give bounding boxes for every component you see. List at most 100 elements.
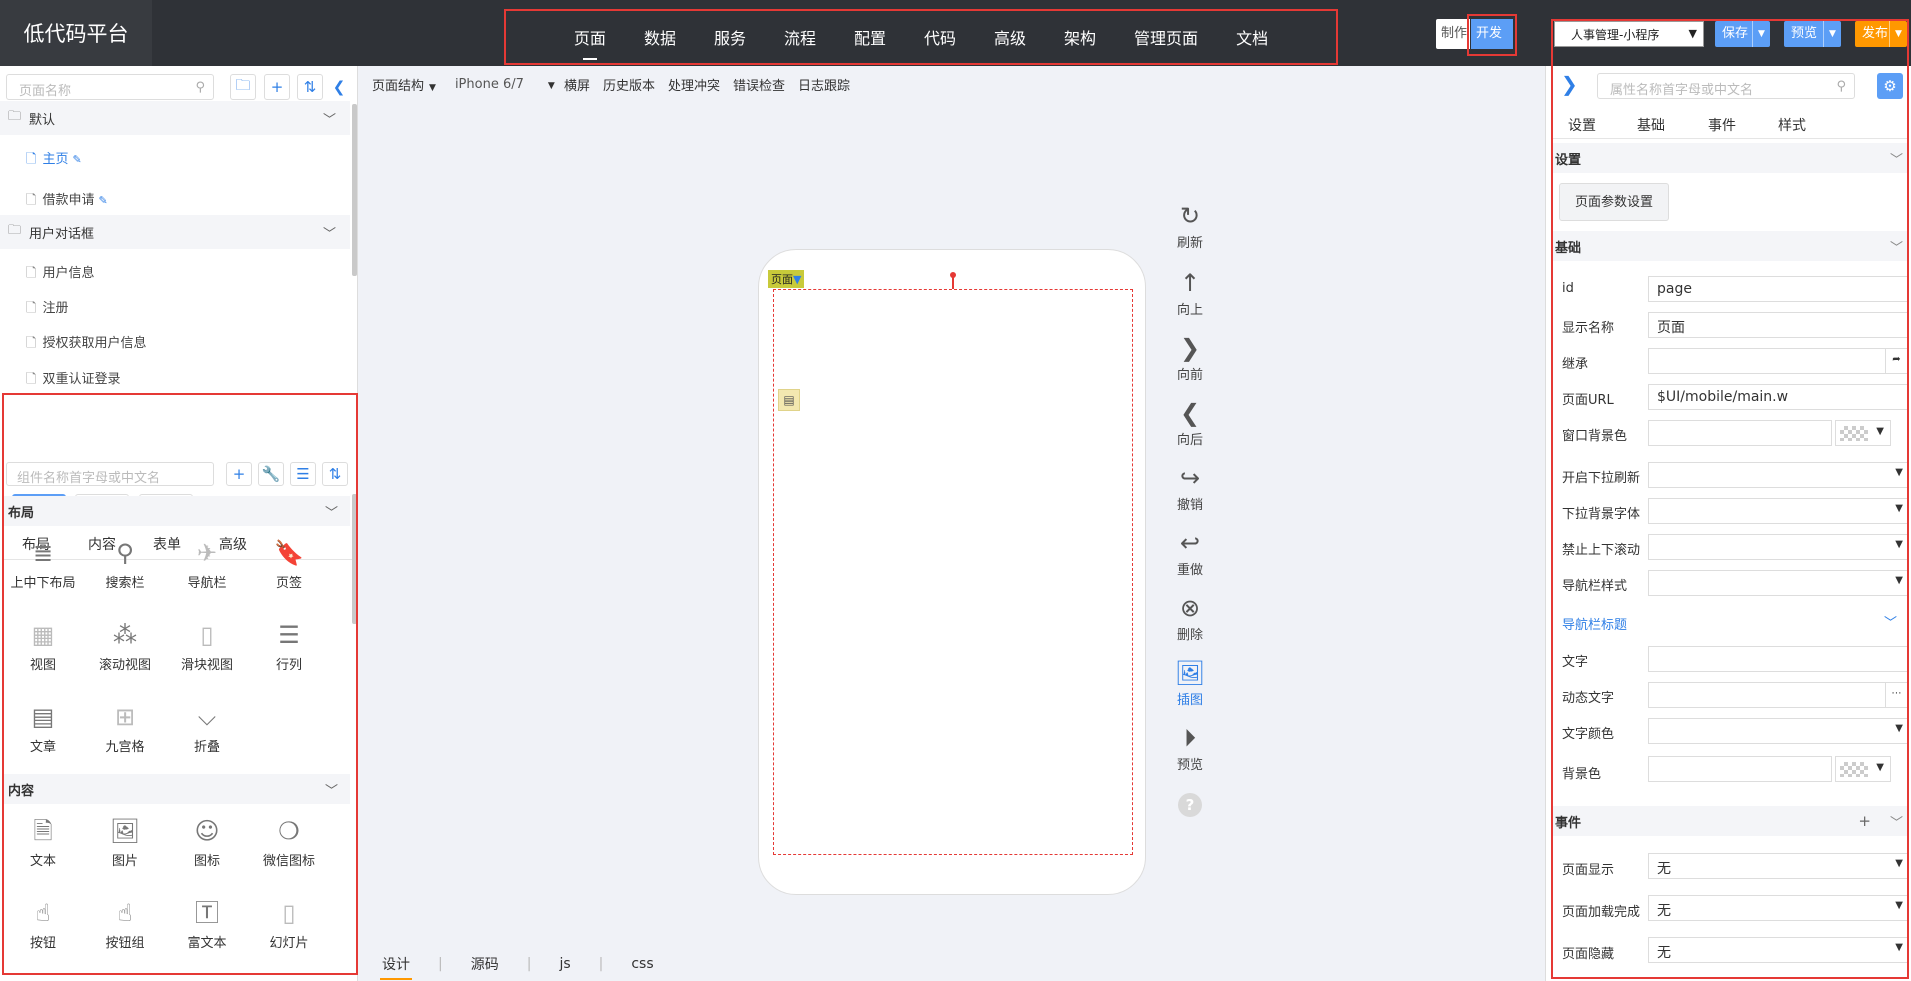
page-list-scrollbar[interactable] [352, 104, 357, 276]
tab-design[interactable]: 设计 [370, 954, 422, 980]
rtab-style[interactable]: 样式 [1778, 115, 1806, 135]
page-item-user-info[interactable]: 🗋 用户信息 [26, 262, 94, 286]
tab-source[interactable]: 源码 [459, 954, 511, 974]
prop-text-field[interactable] [1648, 646, 1908, 672]
sort-button[interactable]: ⇅ [297, 74, 323, 100]
page-item-auth-user-info[interactable]: 🗋 授权获取用户信息 [26, 332, 146, 356]
delete-tool[interactable]: ⊗ 删除 [1165, 592, 1215, 643]
save-dropdown-icon[interactable]: ▼ [1752, 21, 1770, 47]
collapse-left-icon[interactable]: ❮ [326, 74, 352, 100]
chevron-down-icon[interactable]: ﹀ [1884, 612, 1897, 631]
rsection-basic[interactable]: 基础 ﹀ [1553, 231, 1909, 261]
page-canvas[interactable] [773, 289, 1133, 855]
nav-docs[interactable]: 文档 [1236, 25, 1268, 49]
up-tool[interactable]: ↑ 向上 [1165, 267, 1215, 318]
nav-architecture[interactable]: 架构 [1064, 25, 1096, 49]
new-folder-button[interactable]: 🗀 [230, 74, 256, 100]
back-tool[interactable]: ❮ 向后 [1165, 397, 1215, 448]
rtab-settings[interactable]: 设置 [1568, 115, 1596, 135]
add-page-button[interactable]: + [264, 74, 290, 100]
publish-button[interactable]: 发布 ▼ [1855, 21, 1907, 47]
component-placeholder-icon[interactable]: ▤ [778, 389, 800, 411]
rtab-events[interactable]: 事件 [1708, 115, 1736, 135]
pencil-icon[interactable]: ✎ [72, 153, 81, 166]
nav-advanced[interactable]: 高级 [994, 25, 1026, 49]
page-item-label: 注册 [42, 301, 69, 316]
event-page-hide-select[interactable]: 无 ▼ [1648, 937, 1908, 963]
tab-css[interactable]: css [619, 956, 665, 972]
chevron-down-icon[interactable]: ﹀ [1890, 149, 1903, 168]
mode-make-button[interactable]: 制作 [1436, 19, 1470, 49]
chevron-down-icon[interactable]: ﹀ [323, 109, 336, 128]
color-picker[interactable]: ▼ [1835, 756, 1891, 782]
preview-button[interactable]: 预览 ▼ [1784, 21, 1841, 47]
prop-disable-scroll-select[interactable]: ▼ [1648, 534, 1908, 560]
group-user-dialog[interactable]: 🗀 用户对话框 ﹀ [0, 215, 350, 249]
expand-right-icon[interactable]: ❯ [1561, 72, 1578, 96]
add-event-button[interactable]: + [1858, 812, 1871, 830]
page-item-register[interactable]: 🗋 注册 [26, 297, 68, 321]
prop-bg-color-field[interactable] [1648, 756, 1832, 782]
prop-text-color-select[interactable]: ▼ [1648, 718, 1908, 744]
page-item-2fa-login[interactable]: 🗋 双重认证登录 [26, 368, 120, 392]
chevron-down-icon[interactable]: ﹀ [1890, 237, 1903, 256]
property-search-input[interactable]: 属性名称首字母或中文名 ⚲ [1597, 73, 1855, 99]
nav-process[interactable]: 流程 [784, 25, 816, 49]
rsection-events[interactable]: 事件 + ﹀ [1553, 806, 1909, 836]
prop-pull-refresh-select[interactable]: ▼ [1648, 462, 1908, 488]
page-tag[interactable]: 页面▼ [768, 270, 805, 288]
prop-url-field[interactable]: $UI/mobile/main.w [1648, 384, 1908, 410]
nav-config[interactable]: 配置 [854, 25, 886, 49]
prop-display-name-field[interactable]: 页面 [1648, 312, 1908, 338]
rsection-events-label: 事件 [1555, 815, 1582, 831]
redo-tool[interactable]: ↩ 重做 [1165, 527, 1215, 578]
conflict-button[interactable]: 处理冲突 [668, 75, 720, 94]
nav-code[interactable]: 代码 [924, 25, 956, 49]
landscape-button[interactable]: 横屏 [564, 75, 590, 94]
prop-inherit-field[interactable]: ➦ [1648, 348, 1908, 374]
preview-tool[interactable]: ⏵ 预览 [1165, 722, 1215, 773]
app-select[interactable]: 人事管理-小程序 ▼ [1554, 21, 1704, 47]
nav-data[interactable]: 数据 [644, 25, 676, 49]
preview-dropdown-icon[interactable]: ▼ [1823, 21, 1841, 47]
gear-icon[interactable]: ⚙ [1877, 73, 1903, 99]
nav-service[interactable]: 服务 [714, 25, 746, 49]
page-item-loan[interactable]: 🗋 借款申请 ✎ [26, 189, 108, 213]
device-select[interactable]: iPhone 6/7 ▼ [455, 77, 555, 92]
chevron-down-icon[interactable]: ﹀ [323, 223, 336, 242]
help-icon[interactable]: ? [1178, 793, 1202, 817]
pencil-icon[interactable]: ✎ [98, 194, 107, 207]
rsection-settings[interactable]: 设置 ﹀ [1553, 143, 1909, 173]
chevron-down-icon[interactable]: ﹀ [1890, 812, 1903, 831]
save-button[interactable]: 保存 ▼ [1715, 21, 1770, 47]
prop-window-bg-field[interactable] [1648, 420, 1832, 446]
prop-pull-bg-font-select[interactable]: ▼ [1648, 498, 1908, 524]
nav-title-group[interactable]: 导航栏标题 [1562, 614, 1627, 633]
group-default[interactable]: 🗀 默认 ﹀ [0, 101, 350, 135]
tab-js[interactable]: js [547, 956, 582, 972]
illustration-tool[interactable]: 🖼 插图 [1165, 657, 1215, 708]
prop-dynamic-text-field[interactable]: ⋯ [1648, 682, 1908, 708]
prop-id-field[interactable]: page [1648, 276, 1908, 302]
rtab-basic[interactable]: 基础 [1637, 115, 1665, 135]
event-page-show-select[interactable]: 无 ▼ [1648, 853, 1908, 879]
publish-dropdown-icon[interactable]: ▼ [1889, 21, 1907, 47]
history-button[interactable]: 历史版本 [603, 75, 655, 94]
nav-admin-pages[interactable]: 管理页面 [1134, 25, 1198, 49]
page-structure-dropdown[interactable]: 页面结构 ▼ [372, 75, 436, 94]
error-check-button[interactable]: 错误检查 [733, 75, 785, 94]
forward-tool[interactable]: ❯ 向前 [1165, 332, 1215, 383]
prop-navbar-style-select[interactable]: ▼ [1648, 570, 1908, 596]
refresh-tool[interactable]: ↻ 刷新 [1165, 200, 1215, 251]
nav-page[interactable]: 页面 [574, 25, 606, 60]
color-picker[interactable]: ▼ [1835, 420, 1891, 446]
page-params-button[interactable]: 页面参数设置 [1559, 183, 1669, 221]
more-icon[interactable]: ⋯ [1885, 683, 1907, 707]
log-trace-button[interactable]: 日志跟踪 [798, 75, 850, 94]
undo-tool[interactable]: ↪ 撤销 [1165, 462, 1215, 513]
event-page-loaded-select[interactable]: 无 ▼ [1648, 895, 1908, 921]
page-item-home[interactable]: 🗋 主页 ✎ [26, 148, 82, 172]
page-search-input[interactable]: 页面名称 ⚲ [6, 74, 214, 100]
arrow-right-icon[interactable]: ➦ [1885, 349, 1907, 373]
document-icon: 🗋 [26, 152, 37, 167]
